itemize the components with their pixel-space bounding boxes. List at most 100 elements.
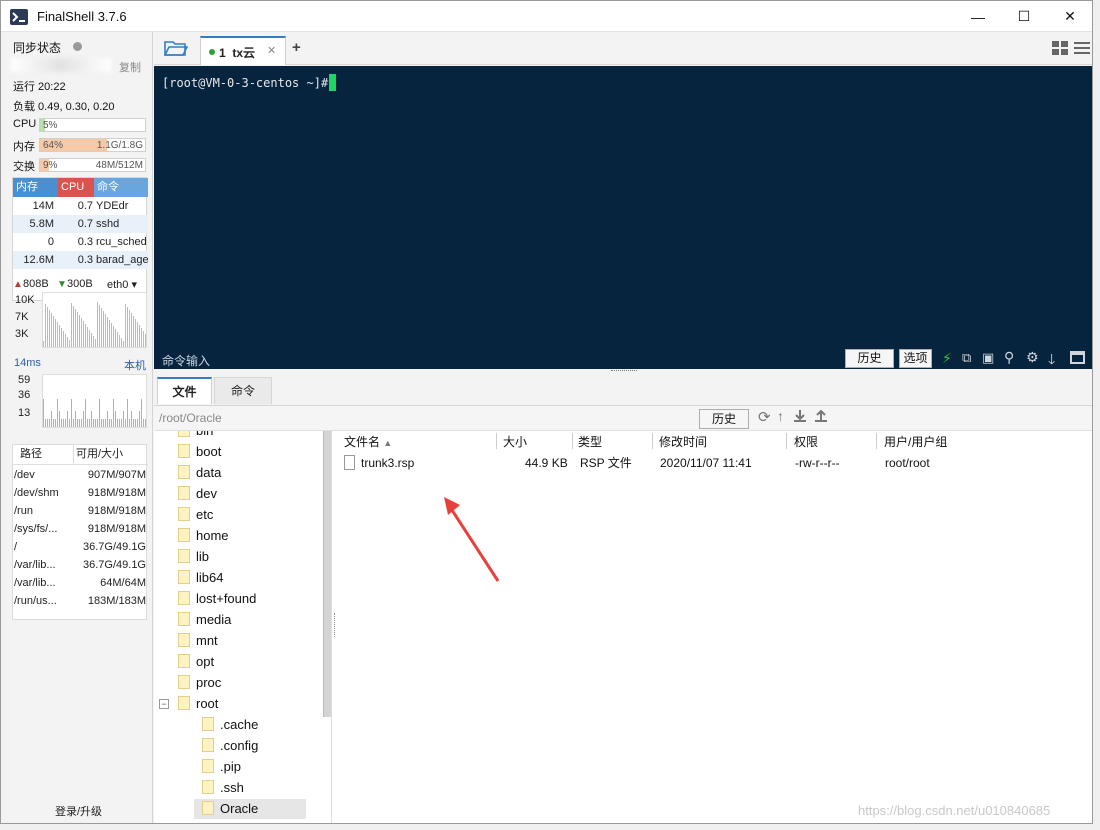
- tree-item-dev[interactable]: dev: [178, 484, 217, 504]
- tree-item-opt[interactable]: opt: [178, 652, 214, 672]
- process-row[interactable]: 5.8M 0.7 sshd: [13, 215, 148, 233]
- tree-item-etc[interactable]: etc: [178, 505, 213, 525]
- layout-grid-icon[interactable]: [1052, 41, 1068, 58]
- tree-item-ssh[interactable]: .ssh: [202, 778, 244, 798]
- path-history-button[interactable]: 历史: [699, 409, 749, 429]
- command-input-field[interactable]: 命令输入: [162, 352, 210, 369]
- collapse-icon[interactable]: −: [159, 699, 169, 709]
- cmd-history-button[interactable]: 历史: [845, 349, 894, 368]
- tree-item-lib64[interactable]: lib64: [178, 568, 223, 588]
- path-input[interactable]: /root/Oracle: [159, 411, 222, 425]
- tree-item-pip[interactable]: .pip: [202, 757, 241, 777]
- tree-item-media[interactable]: media: [178, 610, 231, 630]
- proc-header-cpu[interactable]: CPU: [58, 178, 94, 197]
- net-bar: [143, 331, 144, 347]
- tree-scrollbar[interactable]: [323, 431, 331, 717]
- tree-item-home[interactable]: home: [178, 526, 229, 546]
- ping-bar: [87, 419, 88, 427]
- fs-row[interactable]: /var/lib... 36.7G/49.1G: [13, 556, 148, 574]
- col-divider[interactable]: [876, 433, 877, 449]
- search-icon[interactable]: ⚲: [1004, 349, 1014, 366]
- file-permissions: -rw-r--r--: [795, 456, 840, 470]
- col-divider[interactable]: [652, 433, 653, 449]
- copy-button[interactable]: 复制: [119, 59, 141, 75]
- col-name-label: 文件名: [344, 435, 381, 449]
- ping-bar: [53, 419, 54, 427]
- fs-row[interactable]: /dev/shm 918M/918M: [13, 484, 148, 502]
- terminal-area[interactable]: [root@VM-0-3-centos ~]#: [154, 66, 1092, 369]
- pane-splitter[interactable]: [334, 613, 337, 637]
- fs-header-size[interactable]: 可用/大小: [73, 445, 123, 463]
- col-divider[interactable]: [496, 433, 497, 449]
- tree-item-Oracle[interactable]: Oracle: [194, 799, 306, 819]
- gear-icon[interactable]: ⚙: [1026, 349, 1039, 366]
- col-name[interactable]: 文件名 ▲: [344, 431, 392, 453]
- folder-icon: [178, 570, 190, 584]
- col-type[interactable]: 类型: [578, 431, 602, 453]
- refresh-icon[interactable]: ⟳: [758, 408, 771, 426]
- net-bar: [111, 323, 112, 347]
- col-owner[interactable]: 用户/用户组: [884, 431, 947, 453]
- menu-icon[interactable]: [1074, 41, 1090, 58]
- paste-icon[interactable]: ▣: [982, 350, 994, 366]
- ping-bar: [83, 411, 84, 427]
- arrow-down-icon[interactable]: 🡓: [1048, 349, 1055, 373]
- folder-icon: [202, 759, 214, 773]
- close-button[interactable]: ✕: [1047, 1, 1092, 32]
- close-tab-icon[interactable]: ✕: [267, 44, 276, 57]
- copy-icon[interactable]: ⧉: [962, 350, 971, 366]
- tree-item-boot[interactable]: boot: [178, 442, 221, 462]
- net-bar: [95, 339, 96, 347]
- tab-files[interactable]: 文件: [157, 377, 212, 404]
- cmd-options-button[interactable]: 选项: [899, 349, 932, 368]
- fs-row[interactable]: /sys/fs/... 918M/918M: [13, 520, 148, 538]
- net-upload: 808B: [23, 278, 49, 290]
- col-perm[interactable]: 权限: [794, 431, 818, 453]
- proc-header-cmd[interactable]: 命令: [94, 178, 148, 197]
- tree-item-root[interactable]: root: [178, 694, 218, 714]
- tree-item-proc[interactable]: proc: [178, 673, 221, 693]
- process-row[interactable]: 0 0.3 rcu_sched: [13, 233, 148, 251]
- process-row[interactable]: 14M 0.7 YDEdr: [13, 197, 148, 215]
- download-icon[interactable]: [793, 409, 807, 426]
- col-divider[interactable]: [786, 433, 787, 449]
- net-bar: [101, 308, 102, 347]
- fs-row[interactable]: / 36.7G/49.1G: [13, 538, 148, 556]
- tree-item-lostfound[interactable]: lost+found: [178, 589, 256, 609]
- proc-header-mem[interactable]: 内存: [13, 178, 58, 197]
- tab-commands[interactable]: 命令: [214, 377, 272, 404]
- maximize-panel-icon[interactable]: [1070, 351, 1085, 364]
- tab-tx-cloud[interactable]: 1 tx云 ✕: [200, 36, 286, 65]
- tree-item-mnt[interactable]: mnt: [178, 631, 218, 651]
- net-bar: [115, 329, 116, 347]
- tree-item-bin[interactable]: bin: [178, 431, 213, 441]
- arrow-up-icon[interactable]: ↑: [777, 408, 784, 424]
- minimize-button[interactable]: —: [955, 1, 1001, 32]
- tree-item-config[interactable]: .config: [202, 736, 258, 756]
- fs-row[interactable]: /run 918M/918M: [13, 502, 148, 520]
- tree-item-data[interactable]: data: [178, 463, 221, 483]
- fs-header-path[interactable]: 路径: [20, 445, 42, 463]
- open-folder-icon[interactable]: [163, 39, 189, 60]
- new-tab-icon[interactable]: +: [292, 39, 301, 56]
- maximize-button[interactable]: ☐: [1001, 1, 1047, 32]
- fs-row[interactable]: /run/us... 183M/183M: [13, 592, 148, 610]
- col-divider[interactable]: [572, 433, 573, 449]
- tree-item-label: etc: [196, 507, 214, 522]
- tree-item-label: .cache: [220, 717, 259, 732]
- lightning-icon[interactable]: ⚡: [942, 350, 952, 367]
- fs-row[interactable]: /dev 907M/907M: [13, 466, 148, 484]
- col-mtime[interactable]: 修改时间: [659, 431, 707, 453]
- col-size[interactable]: 大小: [503, 431, 527, 453]
- net-interface-select[interactable]: eth0 ▾: [107, 278, 137, 291]
- login-upgrade-link[interactable]: 登录/升级: [55, 803, 102, 819]
- file-owner: root/root: [885, 456, 930, 470]
- process-row[interactable]: 12.6M 0.3 barad_age: [13, 251, 148, 269]
- tree-item-cache[interactable]: .cache: [202, 715, 258, 735]
- tree-item-lib[interactable]: lib: [178, 547, 209, 567]
- tree-item-label: .config: [220, 738, 259, 753]
- upload-icon[interactable]: [814, 409, 828, 426]
- fs-row[interactable]: /var/lib... 64M/64M: [13, 574, 148, 592]
- net-bar: [43, 341, 44, 347]
- net-bar: [57, 322, 58, 347]
